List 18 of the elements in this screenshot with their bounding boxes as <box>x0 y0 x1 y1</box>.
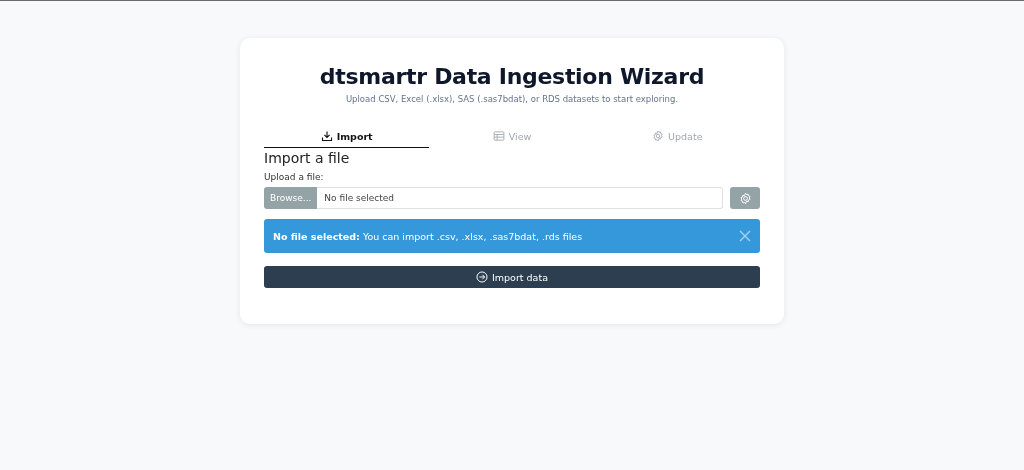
section-title: Import a file <box>264 150 351 166</box>
upload-label: Upload a file: <box>264 172 325 182</box>
download-icon <box>320 130 333 142</box>
close-icon[interactable] <box>739 230 751 242</box>
settings-button[interactable] <box>730 187 760 209</box>
tab[interactable]: Update <box>594 126 760 148</box>
tab[interactable]: View <box>429 126 595 148</box>
import-button[interactable]: Import data <box>264 266 760 288</box>
arrow-circle-icon <box>476 271 488 283</box>
wizard-subtitle: Upload CSV, Excel (.xlsx), SAS (.sas7bdat), or RDS datasets to start exploring. <box>344 94 680 104</box>
tab[interactable]: Import <box>264 126 430 148</box>
wizard-title: dtsmartr Data Ingestion Wizard <box>318 64 706 89</box>
alert-message: No file selected: You can import .csv, .xlsx, .sas7bdat, .rds files <box>273 230 583 242</box>
gear-icon <box>652 130 665 142</box>
table-icon <box>492 130 505 142</box>
file-name-field[interactable]: No file selected <box>317 187 723 209</box>
browse-button[interactable]: Browse... <box>264 187 318 209</box>
settings-icon <box>738 191 752 205</box>
